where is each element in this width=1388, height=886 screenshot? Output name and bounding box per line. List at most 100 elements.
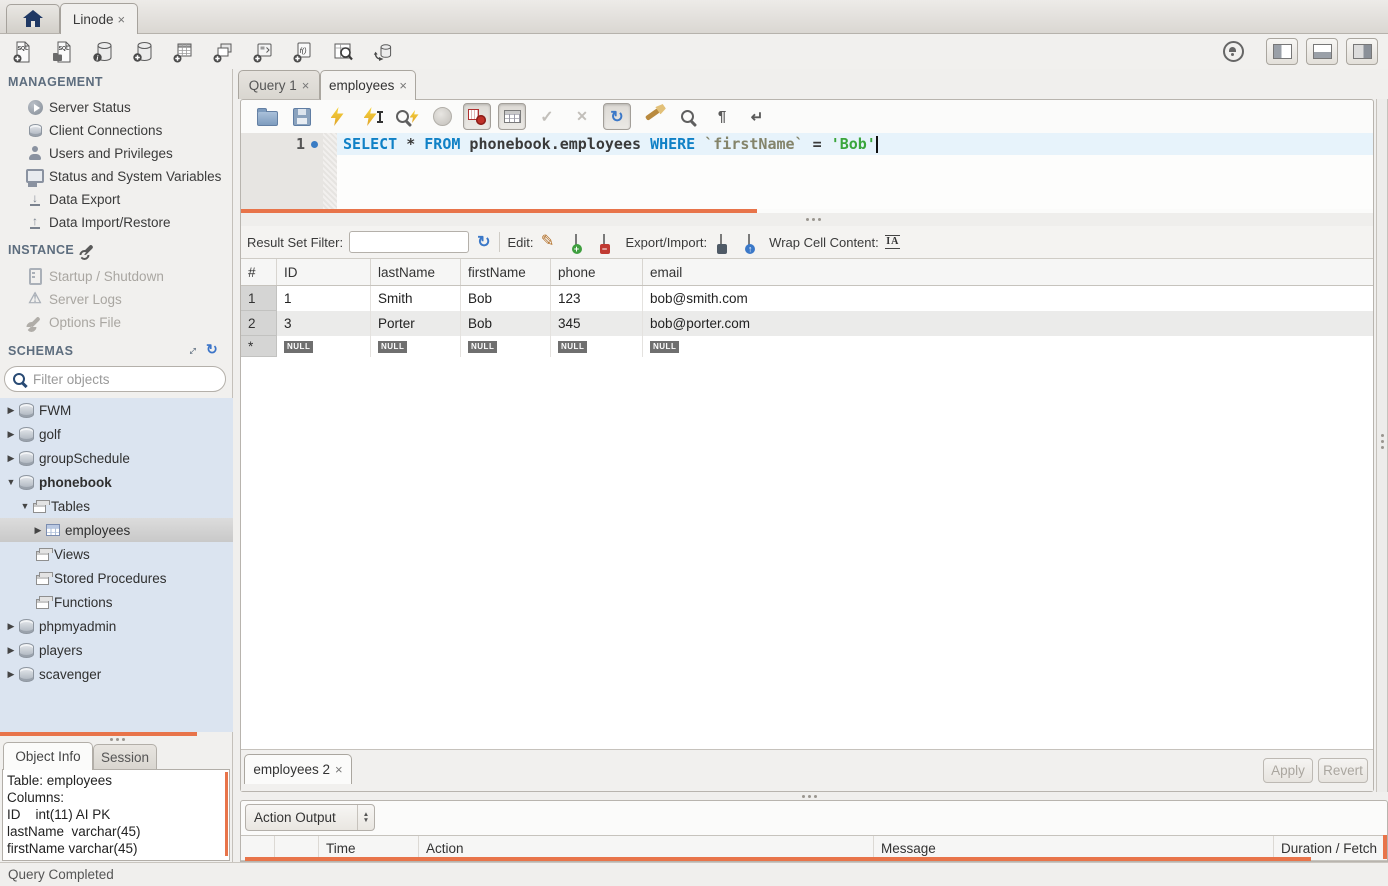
commit-button[interactable]: ✓ <box>533 103 561 130</box>
grid-cell[interactable]: NULL <box>277 336 371 357</box>
sidebar-item-users-privileges[interactable]: Users and Privileges <box>0 142 233 164</box>
new-query-tab-button[interactable]: SQL <box>10 39 36 65</box>
create-procedure-button[interactable] <box>250 39 276 65</box>
chevron-right-icon[interactable]: ▶ <box>6 645 16 656</box>
inspect-database-button[interactable]: i <box>90 39 116 65</box>
show-invisibles-button[interactable]: ¶ <box>708 103 736 130</box>
column-header-firstname[interactable]: firstName <box>461 259 551 285</box>
editor-result-splitter[interactable] <box>241 213 1373 226</box>
object-info-scrollbar[interactable] <box>225 772 228 856</box>
tree-item-schema-phpmyadmin[interactable]: ▶ phpmyadmin <box>0 614 233 638</box>
chevron-down-icon[interactable]: ▼ <box>20 501 30 511</box>
open-file-button[interactable] <box>253 103 281 130</box>
toggle-left-sidebar-button[interactable] <box>1266 38 1298 65</box>
search-table-data-button[interactable] <box>330 39 356 65</box>
spinner-icon[interactable]: ▲▼ <box>357 805 374 830</box>
close-icon[interactable]: × <box>302 78 310 93</box>
new-row-marker[interactable]: * <box>241 336 277 357</box>
create-function-button[interactable]: f() <box>290 39 316 65</box>
toggle-wrap-cell-button[interactable]: IA <box>879 229 907 256</box>
open-sql-script-button[interactable]: SQL <box>50 39 76 65</box>
refresh-schemas-icon[interactable]: ↻ <box>206 341 218 358</box>
refresh-results-icon[interactable]: ↻ <box>477 232 490 252</box>
tree-item-schema-fwm[interactable]: ▶ FWM <box>0 398 233 422</box>
right-panel-collapsed-strip[interactable] <box>1376 99 1388 792</box>
grid-cell[interactable]: Bob <box>461 286 551 311</box>
toggle-autocommit-button[interactable]: ↻ <box>603 103 631 130</box>
splitter-handle[interactable] <box>1381 434 1384 437</box>
export-recordset-button[interactable] <box>707 229 735 256</box>
chevron-right-icon[interactable]: ▶ <box>6 405 16 416</box>
splitter-handle[interactable] <box>110 738 113 741</box>
grid-cell[interactable]: 123 <box>551 286 643 311</box>
edit-record-button[interactable]: ✎ <box>534 229 562 256</box>
grid-cell[interactable]: bob@porter.com <box>643 311 1373 336</box>
tab-query-1[interactable]: Query 1 × <box>238 70 320 99</box>
revert-button[interactable]: Revert <box>1318 758 1368 783</box>
tab-object-info[interactable]: Object Info <box>3 742 93 770</box>
close-icon[interactable]: × <box>399 78 407 93</box>
sidebar-item-options-file[interactable]: Options File <box>0 311 233 333</box>
grid-cell[interactable]: NULL <box>551 336 643 357</box>
grid-cell[interactable]: bob@smith.com <box>643 286 1373 311</box>
chevron-right-icon[interactable]: ▶ <box>6 429 16 440</box>
save-script-button[interactable] <box>288 103 316 130</box>
create-table-button[interactable] <box>170 39 196 65</box>
reconnect-dbms-button[interactable] <box>370 39 396 65</box>
chevron-right-icon[interactable]: ▶ <box>33 525 43 536</box>
grid-cell[interactable]: Bob <box>461 311 551 336</box>
connection-tab[interactable]: Linode × <box>60 3 138 34</box>
sidebar-item-data-import[interactable]: ↑ Data Import/Restore <box>0 211 233 233</box>
add-row-button[interactable]: + <box>562 229 590 256</box>
schema-filter-input[interactable] <box>31 371 195 388</box>
notification-bell-icon[interactable] <box>1223 41 1244 62</box>
explain-plan-button[interactable] <box>393 103 421 130</box>
column-header-id[interactable]: ID <box>277 259 371 285</box>
result-filter-input[interactable] <box>349 231 469 253</box>
splitter-handle[interactable] <box>802 795 805 798</box>
tree-item-tables[interactable]: ▼ Tables <box>0 494 233 518</box>
tree-item-functions[interactable]: Functions <box>0 590 233 614</box>
grid-cell[interactable]: NULL <box>461 336 551 357</box>
sidebar-scrollbar[interactable] <box>0 732 197 736</box>
rollback-button[interactable]: ✕ <box>568 103 596 130</box>
close-icon[interactable]: × <box>117 12 125 27</box>
sql-code-area[interactable]: 1 SELECT * FROM phonebook.employees WHER… <box>241 133 1373 209</box>
toggle-stop-on-error-button[interactable] <box>463 103 491 130</box>
toggle-word-wrap-button[interactable]: ↵ <box>743 103 771 130</box>
grid-cell[interactable]: Smith <box>371 286 461 311</box>
chevron-right-icon[interactable]: ▶ <box>6 669 16 680</box>
execute-query-button[interactable] <box>323 103 351 130</box>
tab-result-employees-2[interactable]: employees 2 × <box>244 754 352 784</box>
expand-schemas-icon[interactable]: ↔ <box>180 338 201 359</box>
splitter-handle[interactable] <box>806 218 809 221</box>
stop-query-button[interactable] <box>428 103 456 130</box>
tree-item-schema-players[interactable]: ▶ players <box>0 638 233 662</box>
home-tab[interactable] <box>6 4 60 33</box>
tab-session[interactable]: Session <box>93 744 157 770</box>
output-hscrollbar[interactable] <box>245 857 1311 861</box>
chevron-down-icon[interactable]: ▼ <box>6 477 16 487</box>
sidebar-item-server-status[interactable]: Server Status <box>0 96 233 118</box>
tree-item-stored-procedures[interactable]: Stored Procedures <box>0 566 233 590</box>
code-column[interactable]: SELECT * FROM phonebook.employees WHERE … <box>337 133 1373 209</box>
tab-employees[interactable]: employees × <box>320 70 416 100</box>
tree-item-schema-scavenger[interactable]: ▶ scavenger <box>0 662 233 686</box>
toggle-right-sidebar-button[interactable] <box>1346 38 1378 65</box>
grid-cell[interactable]: Porter <box>371 311 461 336</box>
find-button[interactable] <box>673 103 701 130</box>
column-header-email[interactable]: email <box>643 259 1373 285</box>
create-view-button[interactable] <box>210 39 236 65</box>
output-selector[interactable]: Action Output ▲▼ <box>245 804 375 831</box>
grid-cell[interactable]: NULL <box>643 336 1373 357</box>
tree-item-schema-phonebook[interactable]: ▼ phonebook <box>0 470 233 494</box>
tree-item-schema-golf[interactable]: ▶ golf <box>0 422 233 446</box>
grid-cell[interactable]: 1 <box>277 286 371 311</box>
import-records-button[interactable]: ↑ <box>735 229 763 256</box>
sql-line-1[interactable]: SELECT * FROM phonebook.employees WHERE … <box>337 133 1373 155</box>
column-header-rownum[interactable]: # <box>241 259 277 285</box>
create-schema-button[interactable] <box>130 39 156 65</box>
tree-item-schema-groupschedule[interactable]: ▶ groupSchedule <box>0 446 233 470</box>
toggle-bottom-panel-button[interactable] <box>1306 38 1338 65</box>
sidebar-item-startup-shutdown[interactable]: Startup / Shutdown <box>0 265 233 287</box>
